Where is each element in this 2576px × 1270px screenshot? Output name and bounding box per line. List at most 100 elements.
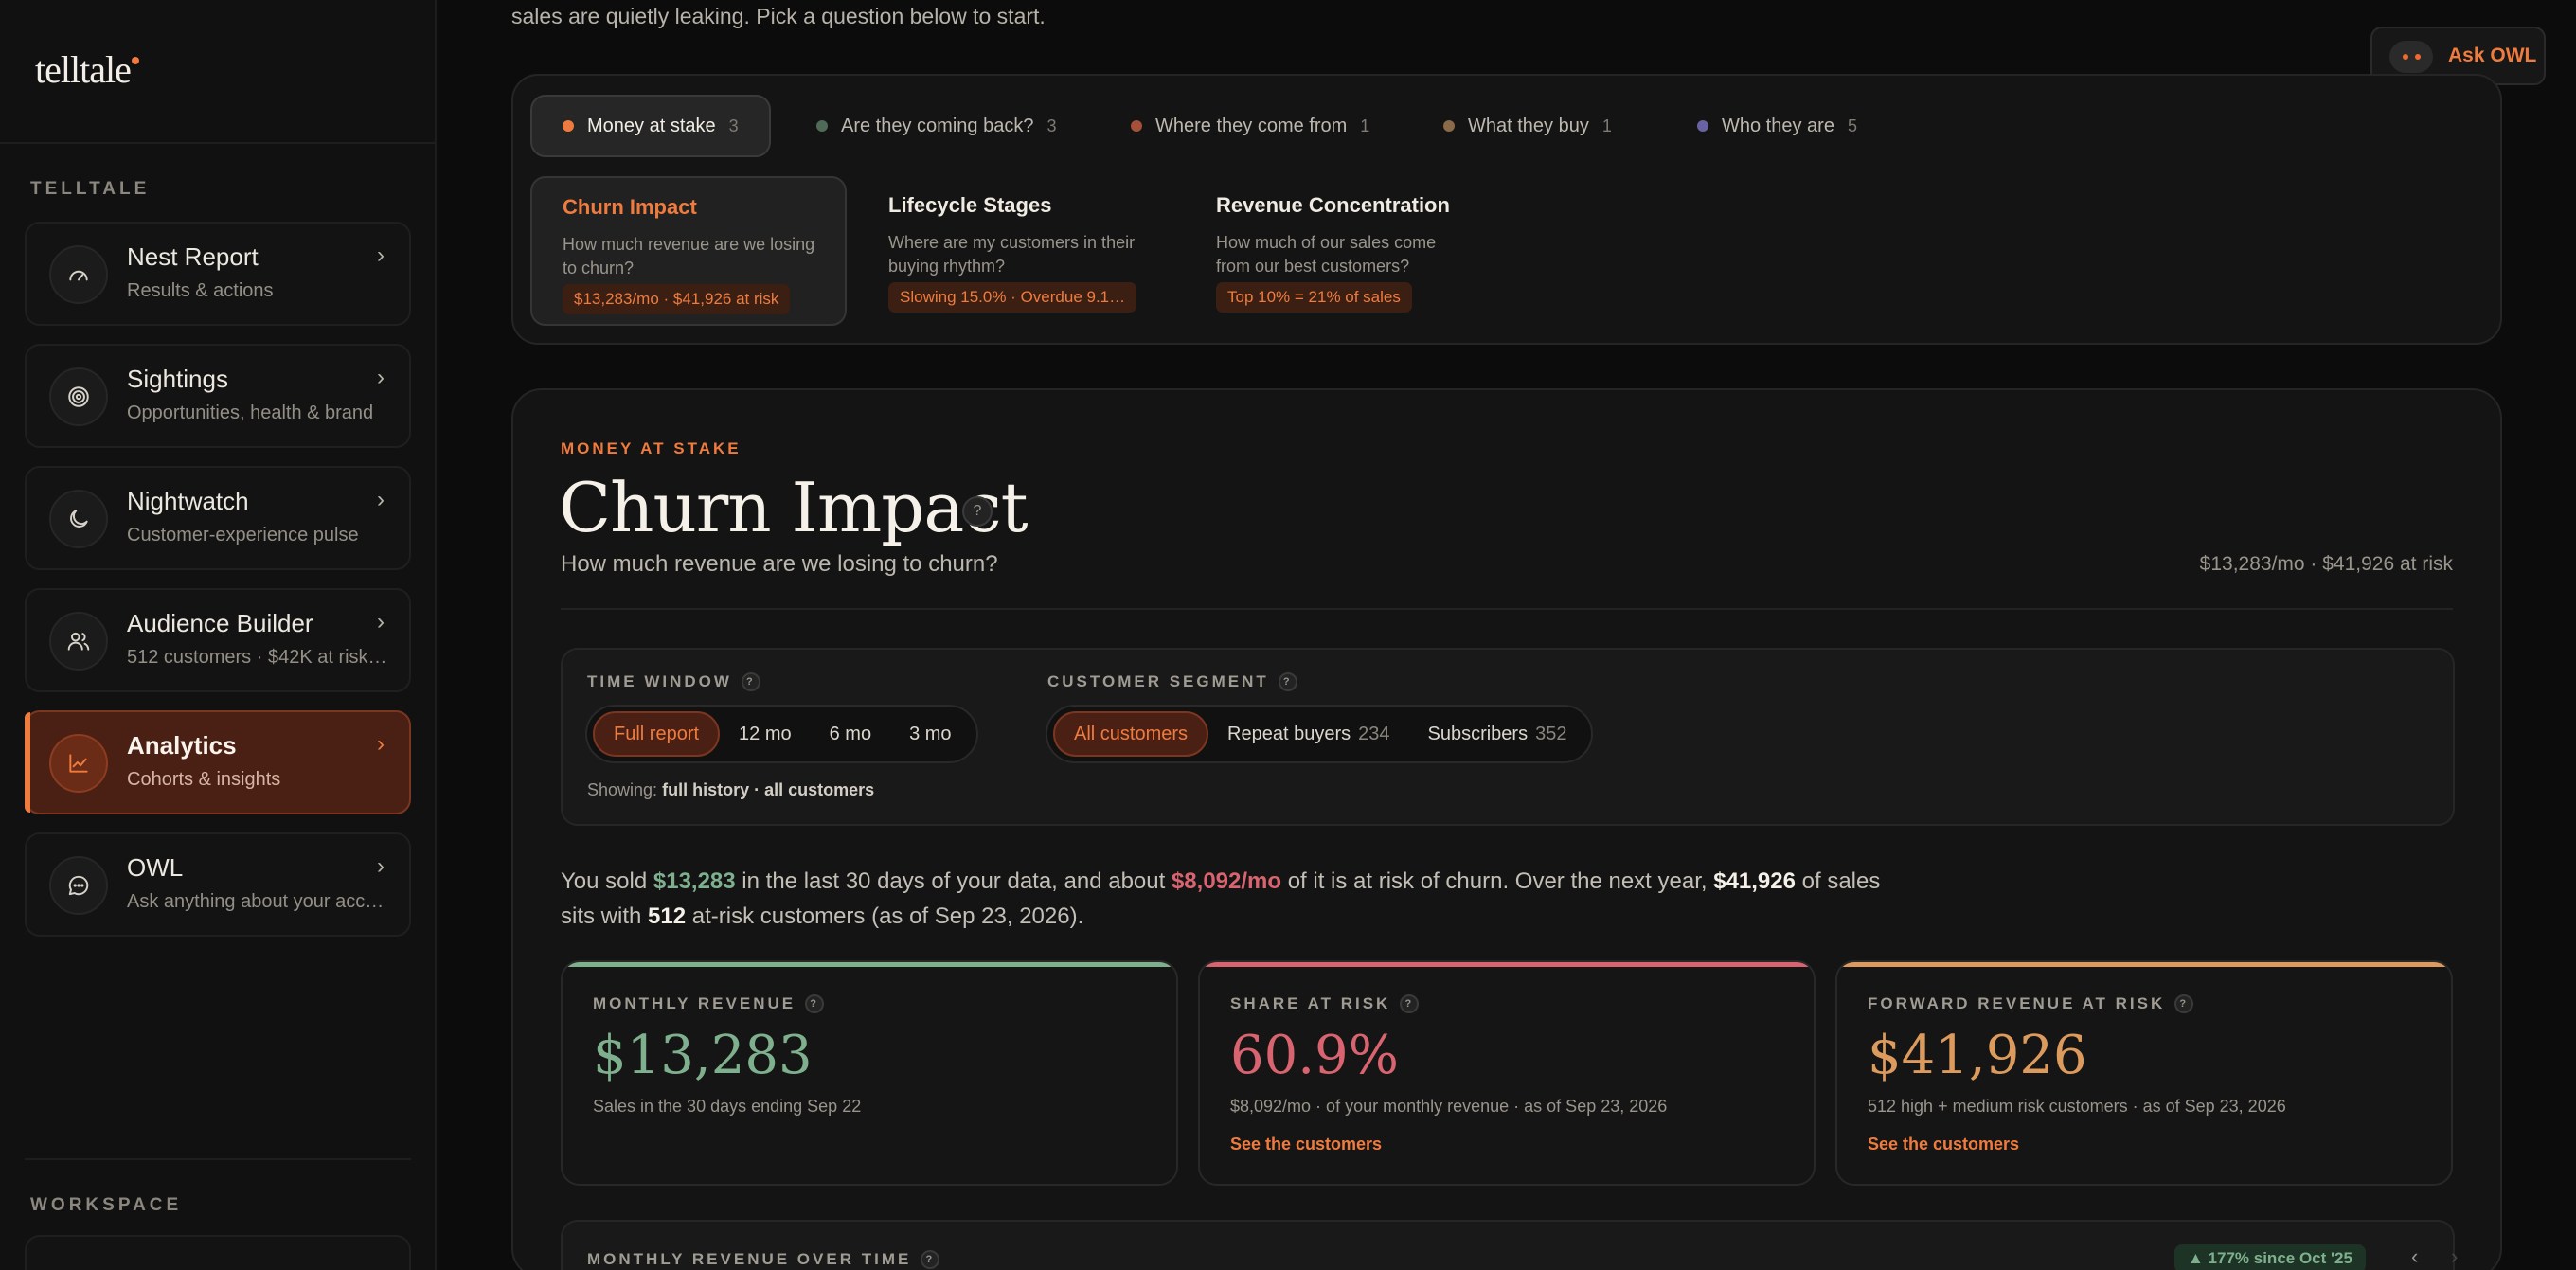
- help-icon[interactable]: ?: [921, 1250, 940, 1269]
- sidebar-item-audience-builder[interactable]: Audience Builder 512 customers · $42K at…: [25, 588, 411, 692]
- tab-label: Money at stake: [587, 115, 716, 136]
- metric-option-badge: Slowing 15.0% · Overdue 9.1…: [888, 282, 1137, 313]
- summary-text: at-risk customers (as of Sep 23, 2026).: [686, 903, 1084, 929]
- page-summary-meta: $13,283/mo · $41,926 at risk: [2199, 553, 2453, 575]
- help-icon[interactable]: ?: [2174, 994, 2194, 1013]
- kpi-note: $8,092/mo · of your monthly revenue · as…: [1230, 1097, 1668, 1116]
- help-icon[interactable]: ?: [962, 496, 993, 527]
- segment-option-all-customers[interactable]: All customers: [1053, 711, 1209, 757]
- tab-dot: [1697, 120, 1708, 132]
- help-icon[interactable]: ?: [741, 672, 760, 691]
- churn-impact-panel: MONEY AT STAKE Churn Impact ? How much r…: [511, 388, 2502, 1270]
- metric-option-title: Lifecycle Stages: [888, 193, 1052, 217]
- chevron-left-icon[interactable]: ‹: [2411, 1244, 2418, 1269]
- churn-summary-text: You sold $13,283 in the last 30 days of …: [561, 864, 1905, 934]
- sidebar-item-nightwatch[interactable]: Nightwatch Customer-experience pulse ›: [25, 466, 411, 570]
- see-customers-link[interactable]: See the customers: [1868, 1135, 2019, 1154]
- summary-text: of it is at risk of churn. Over the next…: [1281, 868, 1714, 894]
- customer-segment-label: CUSTOMER SEGMENT ?: [1047, 672, 1297, 691]
- sidebar-item-workspace[interactable]: [25, 1235, 411, 1270]
- tab-money-at-stake[interactable]: Money at stake 3: [530, 95, 771, 157]
- help-icon[interactable]: ?: [805, 994, 825, 1013]
- chevron-right-icon: ›: [377, 853, 385, 879]
- chevron-right-icon: ›: [377, 365, 385, 390]
- sidebar-item-title: Nest Report: [127, 242, 259, 271]
- segment-option-label: Subscribers: [1427, 724, 1529, 744]
- help-icon[interactable]: ?: [1400, 994, 1420, 1013]
- summary-forward-value: $41,926: [1713, 868, 1796, 894]
- tab-label: Where they come from: [1155, 115, 1348, 136]
- tab-dot: [816, 120, 828, 132]
- metric-option-description: How much revenue are we losing to churn?: [563, 235, 815, 277]
- segment-option-label: Repeat buyers: [1227, 724, 1351, 744]
- time-window-label-text: TIME WINDOW: [587, 672, 732, 690]
- sidebar-section-label: TELLTALE: [30, 179, 151, 199]
- sidebar-item-subtitle: Cohorts & insights: [127, 769, 281, 790]
- gauge-icon: [49, 245, 108, 304]
- tab-coming-back[interactable]: Are they coming back? 3: [816, 95, 1056, 157]
- sidebar-item-owl[interactable]: OWL Ask anything about your acc… ›: [25, 832, 411, 937]
- sidebar-item-title: Nightwatch: [127, 487, 249, 515]
- target-icon: [49, 367, 108, 426]
- time-option-6-mo[interactable]: 6 mo: [811, 711, 890, 757]
- tab-what-they-buy[interactable]: What they buy 1: [1443, 95, 1612, 157]
- sidebar-item-subtitle: 512 customers · $42K at risk…: [127, 647, 387, 668]
- metric-option-badge: $13,283/mo · $41,926 at risk: [563, 284, 791, 314]
- question-picker: Money at stake 3 Are they coming back? 3…: [511, 74, 2502, 345]
- chevron-right-icon: ›: [377, 487, 385, 512]
- segment-option-label: All customers: [1074, 724, 1189, 744]
- brand-dot: [131, 57, 139, 64]
- showing-value: full history · all customers: [662, 780, 875, 799]
- kpi-label-text: SHARE AT RISK: [1230, 994, 1391, 1012]
- kpi-label: FORWARD REVENUE AT RISK ?: [1868, 994, 2194, 1013]
- chevron-right-icon[interactable]: ›: [2451, 1244, 2458, 1269]
- summary-risk-value: $8,092/mo: [1171, 868, 1282, 894]
- sidebar-item-title: OWL: [127, 853, 184, 882]
- metric-option-revenue-concentration[interactable]: Revenue Concentration How much of our sa…: [1186, 176, 1502, 326]
- kpi-share-at-risk: SHARE AT RISK ? 60.9% $8,092/mo · of you…: [1198, 960, 1816, 1186]
- see-customers-link[interactable]: See the customers: [1230, 1135, 1382, 1154]
- eyebrow-label: MONEY AT STAKE: [561, 439, 742, 457]
- sidebar-item-nest-report[interactable]: Nest Report Results & actions ›: [25, 222, 411, 326]
- tab-count: 3: [728, 116, 739, 135]
- sidebar-item-subtitle: Customer-experience pulse: [127, 525, 359, 546]
- metric-option-title: Churn Impact: [563, 195, 697, 219]
- sidebar-item-subtitle: Results & actions: [127, 280, 274, 301]
- help-icon[interactable]: ?: [1278, 672, 1297, 691]
- ask-owl-label: Ask OWL: [2448, 45, 2537, 66]
- brand-logo[interactable]: telltale: [35, 47, 139, 95]
- time-option-full-report[interactable]: Full report: [593, 711, 721, 757]
- tab-label: What they buy: [1468, 115, 1589, 136]
- filter-panel: TIME WINDOW ? Full report 12 mo 6 mo 3 m…: [561, 648, 2455, 826]
- sidebar-item-title: Sightings: [127, 365, 228, 393]
- metric-option-title: Revenue Concentration: [1216, 193, 1450, 217]
- sidebar-divider: [0, 142, 437, 144]
- time-window-label: TIME WINDOW ?: [587, 672, 760, 691]
- brand-name: telltale: [35, 48, 132, 91]
- metric-option-lifecycle-stages[interactable]: Lifecycle Stages Where are my customers …: [858, 176, 1174, 326]
- kpi-value: $13,283: [593, 1025, 813, 1086]
- segment-option-subscribers[interactable]: Subscribers 352: [1408, 711, 1585, 757]
- tab-where-from[interactable]: Where they come from 1: [1131, 95, 1369, 157]
- chat-bubble-icon: [49, 856, 108, 915]
- metric-option-churn-impact[interactable]: Churn Impact How much revenue are we los…: [530, 176, 847, 326]
- customer-segment-label-text: CUSTOMER SEGMENT: [1047, 672, 1269, 690]
- users-icon: [49, 612, 108, 671]
- metric-option-badge: Top 10% = 21% of sales: [1216, 282, 1412, 313]
- intro-text: sales are quietly leaking. Pick a questi…: [511, 4, 1046, 28]
- segment-option-repeat-buyers[interactable]: Repeat buyers 234: [1208, 711, 1408, 757]
- chart-title-text: MONTHLY REVENUE OVER TIME: [587, 1250, 912, 1268]
- sidebar-item-subtitle: Opportunities, health & brand: [127, 402, 374, 423]
- sidebar-item-sightings[interactable]: Sightings Opportunities, health & brand …: [25, 344, 411, 448]
- page-title: Churn Impact: [559, 468, 1028, 547]
- tab-dot: [1443, 120, 1455, 132]
- kpi-note: Sales in the 30 days ending Sep 22: [593, 1097, 862, 1116]
- time-option-12-mo[interactable]: 12 mo: [720, 711, 811, 757]
- kpi-note: 512 high + medium risk customers · as of…: [1868, 1097, 2286, 1116]
- moon-icon: [49, 490, 108, 548]
- sidebar-item-analytics[interactable]: Analytics Cohorts & insights ›: [25, 710, 411, 814]
- time-option-3-mo[interactable]: 3 mo: [890, 711, 970, 757]
- time-window-selector: Full report 12 mo 6 mo 3 mo: [585, 705, 978, 763]
- tab-count: 1: [1601, 116, 1612, 135]
- tab-who-they-are[interactable]: Who they are 5: [1697, 95, 1857, 157]
